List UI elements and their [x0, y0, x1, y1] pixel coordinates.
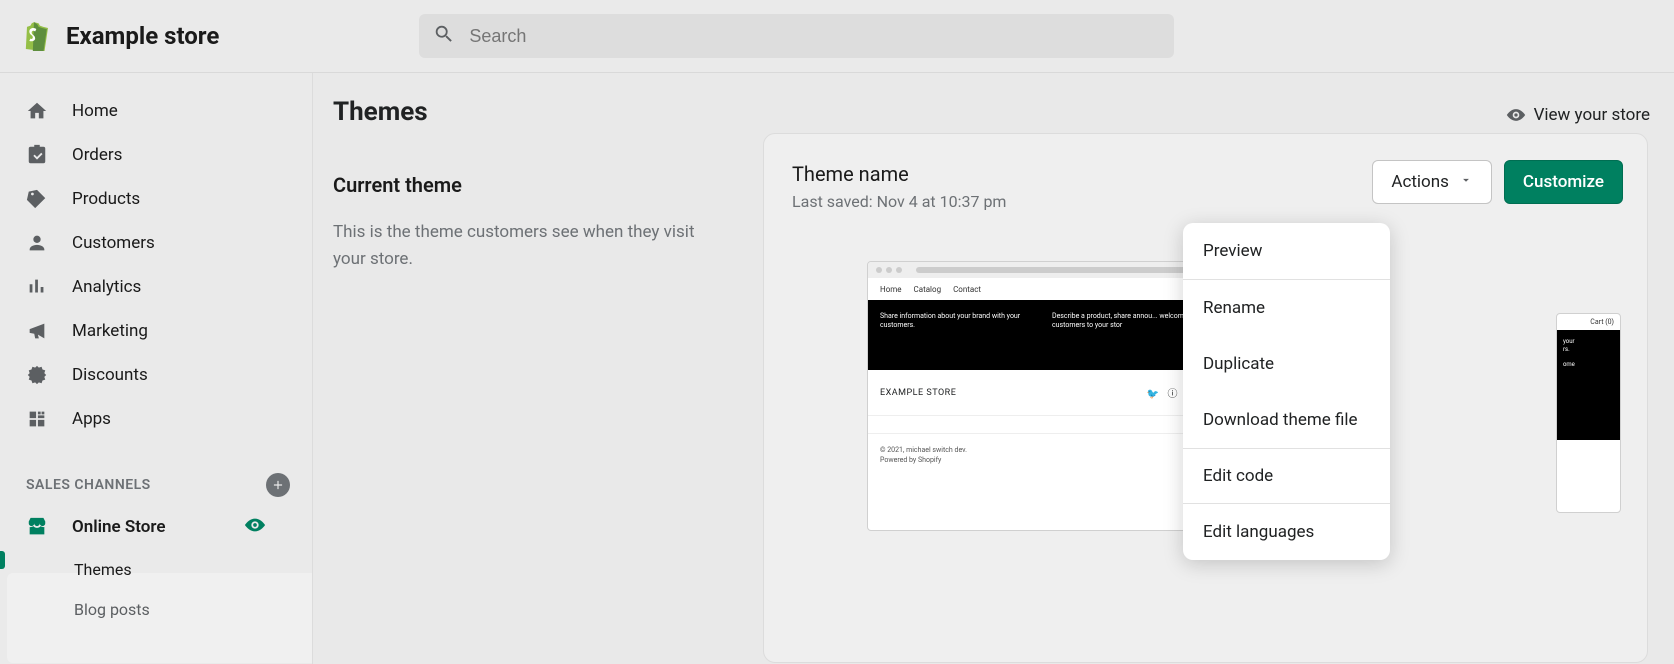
nav-home[interactable]: Home	[0, 89, 312, 133]
eye-icon[interactable]	[244, 514, 290, 541]
nav-marketing[interactable]: Marketing	[0, 309, 312, 353]
customize-button[interactable]: Customize	[1504, 160, 1623, 204]
nav-apps[interactable]: Apps	[0, 397, 312, 441]
nav-analytics[interactable]: Analytics	[0, 265, 312, 309]
nav-label: Products	[72, 189, 140, 209]
add-channel-button[interactable]	[266, 473, 290, 497]
nav-label: Customers	[72, 233, 155, 253]
nav-orders[interactable]: Orders	[0, 133, 312, 177]
nav-label: Discounts	[72, 365, 148, 385]
search-icon	[433, 23, 455, 49]
nav-customers[interactable]: Customers	[0, 221, 312, 265]
nav-label: Analytics	[72, 277, 141, 297]
subnav-blog-posts[interactable]: Blog posts	[0, 589, 312, 629]
nav-label: Orders	[72, 145, 122, 165]
nav-label: Apps	[72, 409, 111, 429]
store-name: Example store	[66, 22, 219, 50]
dropdown-rename[interactable]: Rename	[1183, 280, 1390, 336]
nav-products[interactable]: Products	[0, 177, 312, 221]
page-title: Themes	[333, 97, 428, 127]
dropdown-edit-code[interactable]: Edit code	[1183, 448, 1390, 504]
view-store-label: View your store	[1534, 105, 1650, 125]
view-store-link[interactable]: View your store	[1506, 105, 1650, 125]
dropdown-duplicate[interactable]: Duplicate	[1183, 336, 1390, 392]
current-theme-title: Current theme	[333, 173, 723, 197]
actions-button[interactable]: Actions	[1372, 160, 1492, 204]
channel-label: Online Store	[72, 517, 166, 537]
theme-preview-desktop: Home Catalog Contact Share information a…	[867, 261, 1207, 531]
nav-discounts[interactable]: Discounts	[0, 353, 312, 397]
dropdown-edit-languages[interactable]: Edit languages	[1183, 504, 1390, 560]
search-bar[interactable]	[419, 14, 1174, 58]
actions-dropdown: Preview Rename Duplicate Download theme …	[1183, 223, 1390, 560]
theme-preview-mobile: Cart (0) your rs. ome	[1556, 313, 1621, 513]
shopify-logo-icon	[20, 21, 48, 51]
subnav-themes[interactable]: Themes	[0, 549, 312, 589]
nav-label: Marketing	[72, 321, 148, 341]
sales-channels-label: SALES CHANNELS	[26, 477, 151, 493]
channel-online-store[interactable]: Online Store	[0, 505, 312, 549]
dropdown-download[interactable]: Download theme file	[1183, 392, 1390, 448]
current-theme-description: This is the theme customers see when the…	[333, 219, 723, 273]
search-input[interactable]	[469, 26, 1160, 47]
dropdown-preview[interactable]: Preview	[1183, 223, 1390, 279]
caret-down-icon	[1449, 172, 1473, 192]
sidebar: Home Orders Products Customers Analytics…	[0, 73, 313, 664]
nav-label: Home	[72, 101, 118, 121]
